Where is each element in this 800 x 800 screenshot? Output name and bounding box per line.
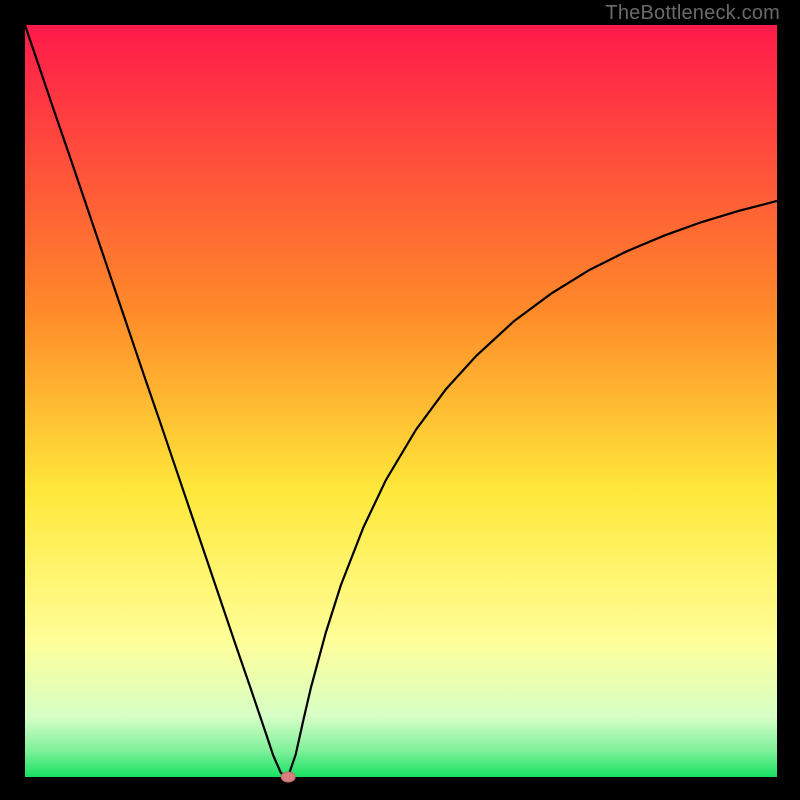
gradient-background (25, 25, 777, 777)
bottleneck-chart (0, 0, 800, 800)
chart-frame: TheBottleneck.com (0, 0, 800, 800)
optimum-marker (281, 772, 295, 782)
watermark-label: TheBottleneck.com (605, 2, 780, 25)
